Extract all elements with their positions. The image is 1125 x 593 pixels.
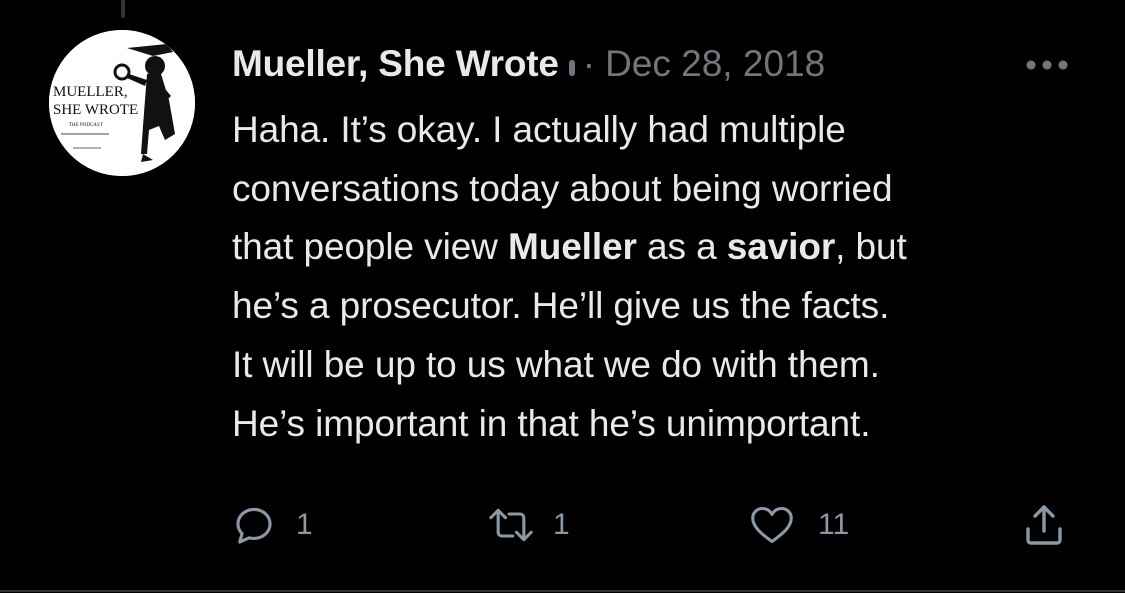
share-icon (1026, 505, 1062, 545)
tweet-text-segment: as a (636, 226, 727, 268)
author-display-name[interactable]: Mueller, She Wrote (232, 38, 559, 90)
avatar-logo-text-line1: MUELLER, (53, 84, 128, 100)
tweet-text-line: he’s a prosecutor. He’ll give us the fac… (232, 285, 890, 327)
reply-button[interactable]: 1 (232, 500, 313, 550)
header-separator: · (582, 43, 596, 84)
tweet-text-line: He’s important in that he’s unimportant. (232, 402, 871, 444)
avatar-logo-image: MUELLER, SHE WROTE THE PODCAST (49, 30, 195, 176)
highlighted-term-mueller: Mueller (507, 226, 637, 268)
retweet-count: 1 (553, 508, 570, 541)
avatar-logo-text-line2: SHE WROTE (53, 102, 138, 118)
heart-icon (751, 506, 793, 544)
tweet-header: Mueller, She Wrote · Dec 28, 2018 (232, 38, 825, 90)
like-count: 11 (818, 508, 850, 541)
tweet-text: Haha. It’s okay. I actually had multiple… (232, 101, 1102, 453)
tweet-text-segment: that people view (232, 226, 508, 268)
tweet-text-line: It will be up to us what we do with them… (232, 343, 880, 385)
retweet-icon (489, 508, 533, 542)
share-button[interactable] (1020, 500, 1068, 550)
retweet-button[interactable]: 1 (485, 500, 570, 550)
tweet-text-line: conversations today about being worried (232, 167, 893, 209)
tweet-timestamp[interactable]: Dec 28, 2018 (605, 38, 825, 90)
reply-icon (236, 507, 272, 544)
like-button[interactable]: 11 (748, 500, 849, 550)
tweet-text-line: Haha. It’s okay. I actually had multiple (232, 109, 846, 150)
badge-icon (568, 60, 575, 76)
highlighted-term-savior: savior (726, 226, 836, 268)
avatar[interactable]: MUELLER, SHE WROTE THE PODCAST (49, 30, 195, 176)
more-options-button[interactable] (1022, 50, 1072, 80)
tweet-text-line: that people view Mueller as a savior, bu… (232, 218, 1102, 277)
more-horizontal-icon (1026, 60, 1068, 70)
reply-count: 1 (296, 508, 313, 541)
avatar-logo-text-line3: THE PODCAST (69, 123, 103, 128)
thread-connector-line (121, 0, 125, 18)
tweet-text-segment: , but (835, 226, 907, 268)
tweet-divider (0, 590, 1125, 592)
